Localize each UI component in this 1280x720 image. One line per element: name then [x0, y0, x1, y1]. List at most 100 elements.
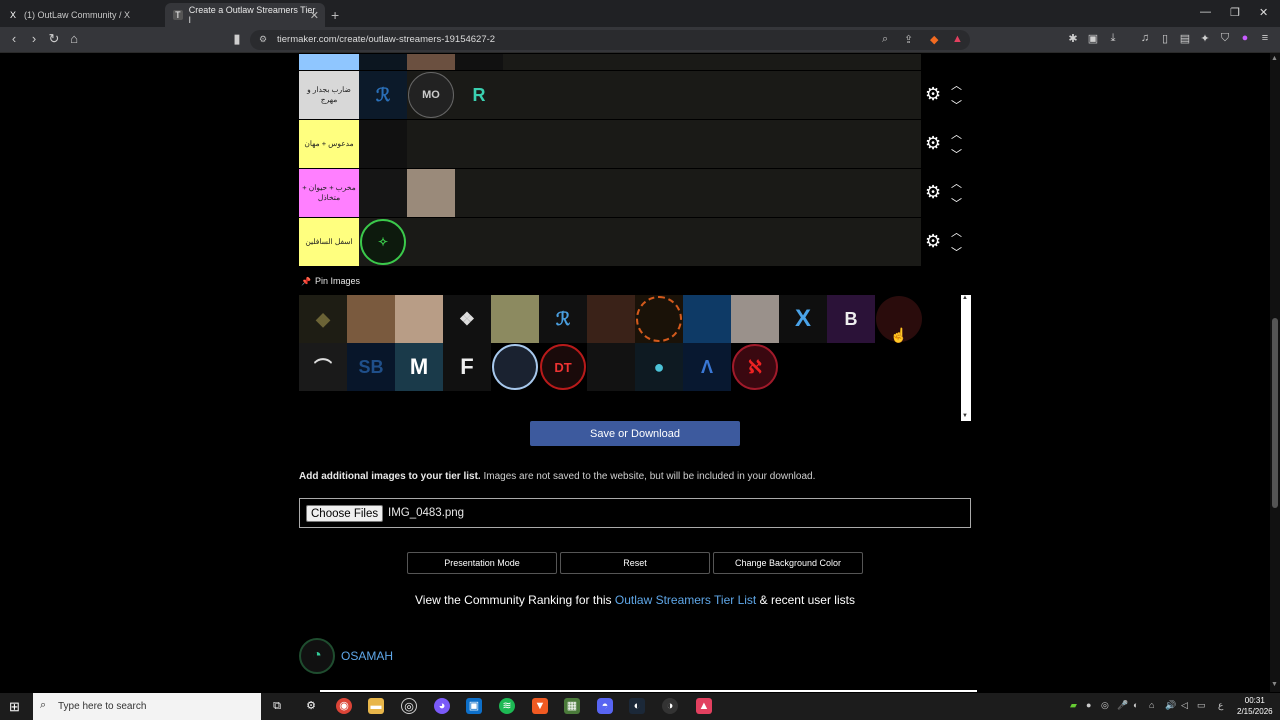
pool-image[interactable]	[491, 295, 539, 343]
username-link[interactable]: OSAMAH	[341, 649, 393, 663]
settings-app-icon[interactable]: ⚙	[303, 698, 319, 714]
pool-image[interactable]	[347, 295, 395, 343]
file-explorer-icon[interactable]: ▬	[368, 698, 384, 714]
scroll-up-icon[interactable]: ▲	[962, 295, 968, 301]
back-icon[interactable]: ‹	[6, 31, 22, 46]
pin-images-toggle[interactable]: 📌 Pin Images	[301, 276, 360, 286]
site-info-icon[interactable]: ⚙	[259, 34, 267, 45]
minimize-icon[interactable]: —	[1200, 6, 1211, 18]
network-icon[interactable]: ⌂	[1149, 700, 1154, 710]
move-up-icon[interactable]: ︿	[951, 77, 962, 93]
download-icon[interactable]: ⤓	[1106, 32, 1120, 46]
move-down-icon[interactable]: ﹀	[951, 244, 962, 260]
scroll-thumb[interactable]	[1272, 318, 1278, 508]
pool-image[interactable]	[587, 343, 635, 391]
windows-start-icon[interactable]: ⊞	[9, 699, 20, 715]
move-down-icon[interactable]: ﹀	[951, 97, 962, 113]
pool-image[interactable]	[731, 295, 779, 343]
pool-image[interactable]: ❖	[443, 295, 491, 343]
messenger-icon[interactable]: ◕	[434, 698, 450, 714]
tier-image[interactable]: MO	[407, 71, 455, 119]
discord-icon[interactable]: ◓	[597, 698, 613, 714]
display-icon[interactable]: ▭	[1197, 700, 1206, 711]
pool-scrollbar[interactable]: ▲ ▼	[961, 295, 971, 421]
pool-image[interactable]: ●	[635, 343, 683, 391]
steam-tray-icon[interactable]: ◐	[1133, 700, 1138, 710]
chrome-icon[interactable]: ◉	[336, 698, 352, 714]
tray-icon[interactable]: ◎	[1101, 700, 1109, 711]
tier-image[interactable]	[359, 120, 407, 168]
vpn-icon[interactable]: ⛉	[1218, 32, 1232, 46]
tier-image[interactable]	[455, 53, 503, 71]
pool-image[interactable]: M	[395, 343, 443, 391]
brave-rewards-icon[interactable]: ▲	[952, 33, 963, 45]
pool-image[interactable]: B	[827, 295, 875, 343]
settings-gear-icon[interactable]: ⚙	[925, 134, 941, 152]
tier-image[interactable]	[359, 53, 407, 71]
bookmark-icon[interactable]: ▮	[229, 31, 245, 47]
pool-image[interactable]	[635, 295, 683, 343]
move-up-icon[interactable]: ︿	[951, 224, 962, 240]
move-down-icon[interactable]: ﹀	[951, 195, 962, 211]
settings-gear-icon[interactable]: ⚙	[925, 232, 941, 250]
brave-beta-icon[interactable]: ▲	[696, 698, 712, 714]
move-up-icon[interactable]: ︿	[951, 175, 962, 191]
pool-image[interactable]: F	[443, 343, 491, 391]
change-background-button[interactable]: Change Background Color	[713, 552, 863, 574]
scroll-up-icon[interactable]: ▲	[1271, 55, 1278, 62]
zoom-icon[interactable]: ⌕	[882, 33, 888, 46]
brave-shields-icon[interactable]: ◆	[930, 33, 938, 46]
pool-image[interactable]: ◆	[299, 295, 347, 343]
settings-gear-icon[interactable]: ⚙	[925, 183, 941, 201]
tier-list-link[interactable]: Outlaw Streamers Tier List	[615, 593, 756, 607]
taskbar-clock[interactable]: 00:31 2/15/2026	[1237, 695, 1273, 717]
settings-gear-icon[interactable]: ⚙	[925, 85, 941, 103]
close-tab-icon[interactable]: ✕	[310, 9, 319, 22]
tier-label[interactable]: مخرب + حيوان + متخاذل	[299, 169, 359, 217]
pool-image[interactable]	[395, 295, 443, 343]
tier-label[interactable]: اسفل السافلين	[299, 218, 359, 266]
presentation-mode-button[interactable]: Presentation Mode	[407, 552, 557, 574]
reload-icon[interactable]: ↻	[46, 31, 62, 47]
tier-image[interactable]	[359, 169, 407, 217]
move-down-icon[interactable]: ﹀	[951, 146, 962, 162]
tier-label[interactable]: ضارب بجدار و مهرج	[299, 71, 359, 119]
reset-button[interactable]: Reset	[560, 552, 710, 574]
tier-image[interactable]: R	[455, 71, 503, 119]
forward-icon[interactable]: ›	[26, 31, 42, 46]
wallet-icon[interactable]: ▤	[1178, 32, 1192, 46]
choose-files-button[interactable]: Choose Files	[306, 505, 384, 522]
minecraft-icon[interactable]: ▦	[564, 698, 580, 714]
spotify-icon[interactable]: ≋	[499, 698, 515, 714]
restore-icon[interactable]: ❐	[1230, 6, 1240, 19]
music-icon[interactable]: ♫	[1138, 32, 1152, 46]
page-scrollbar[interactable]: ▲ ▼	[1270, 53, 1280, 692]
tier-image[interactable]: ✧	[359, 218, 407, 266]
tab-tiermaker[interactable]: T Create a Outlaw Streamers Tier l ✕	[165, 3, 325, 27]
store-icon[interactable]: ▣	[466, 698, 482, 714]
extensions-icon[interactable]: ✱	[1066, 32, 1080, 46]
nvidia-icon[interactable]: ▰	[1070, 700, 1077, 711]
move-up-icon[interactable]: ︿	[951, 126, 962, 142]
pool-image[interactable]	[491, 343, 539, 391]
new-tab-button[interactable]: +	[331, 3, 339, 27]
pool-image[interactable]: ⌒	[299, 343, 347, 391]
address-bar[interactable]: ⚙ tiermaker.com/create/outlaw-streamers-…	[250, 30, 970, 50]
pool-image[interactable]: ℵ	[731, 343, 779, 391]
taskbar-search[interactable]: ⌕ Type here to search	[33, 693, 261, 720]
save-download-button[interactable]: Save or Download	[530, 421, 740, 446]
tier-label[interactable]	[299, 54, 359, 70]
tray-icon[interactable]: ●	[1086, 700, 1091, 710]
pool-image[interactable]	[683, 295, 731, 343]
tier-image[interactable]	[407, 53, 455, 71]
scroll-down-icon[interactable]: ▼	[1271, 681, 1278, 688]
volume-icon[interactable]: 🔊	[1165, 700, 1176, 711]
avatar[interactable]: ◔	[299, 638, 335, 674]
profile-icon[interactable]: ●	[1238, 32, 1252, 46]
pool-image[interactable]: ℛ	[539, 295, 587, 343]
screenshot-icon[interactable]: ▣	[1086, 32, 1100, 46]
microphone-icon[interactable]: 🎤	[1117, 700, 1128, 711]
speaker-icon[interactable]: ◁	[1181, 700, 1188, 711]
tier-label[interactable]: مدعوس + مهان	[299, 120, 359, 168]
pool-image[interactable]: X	[779, 295, 827, 343]
